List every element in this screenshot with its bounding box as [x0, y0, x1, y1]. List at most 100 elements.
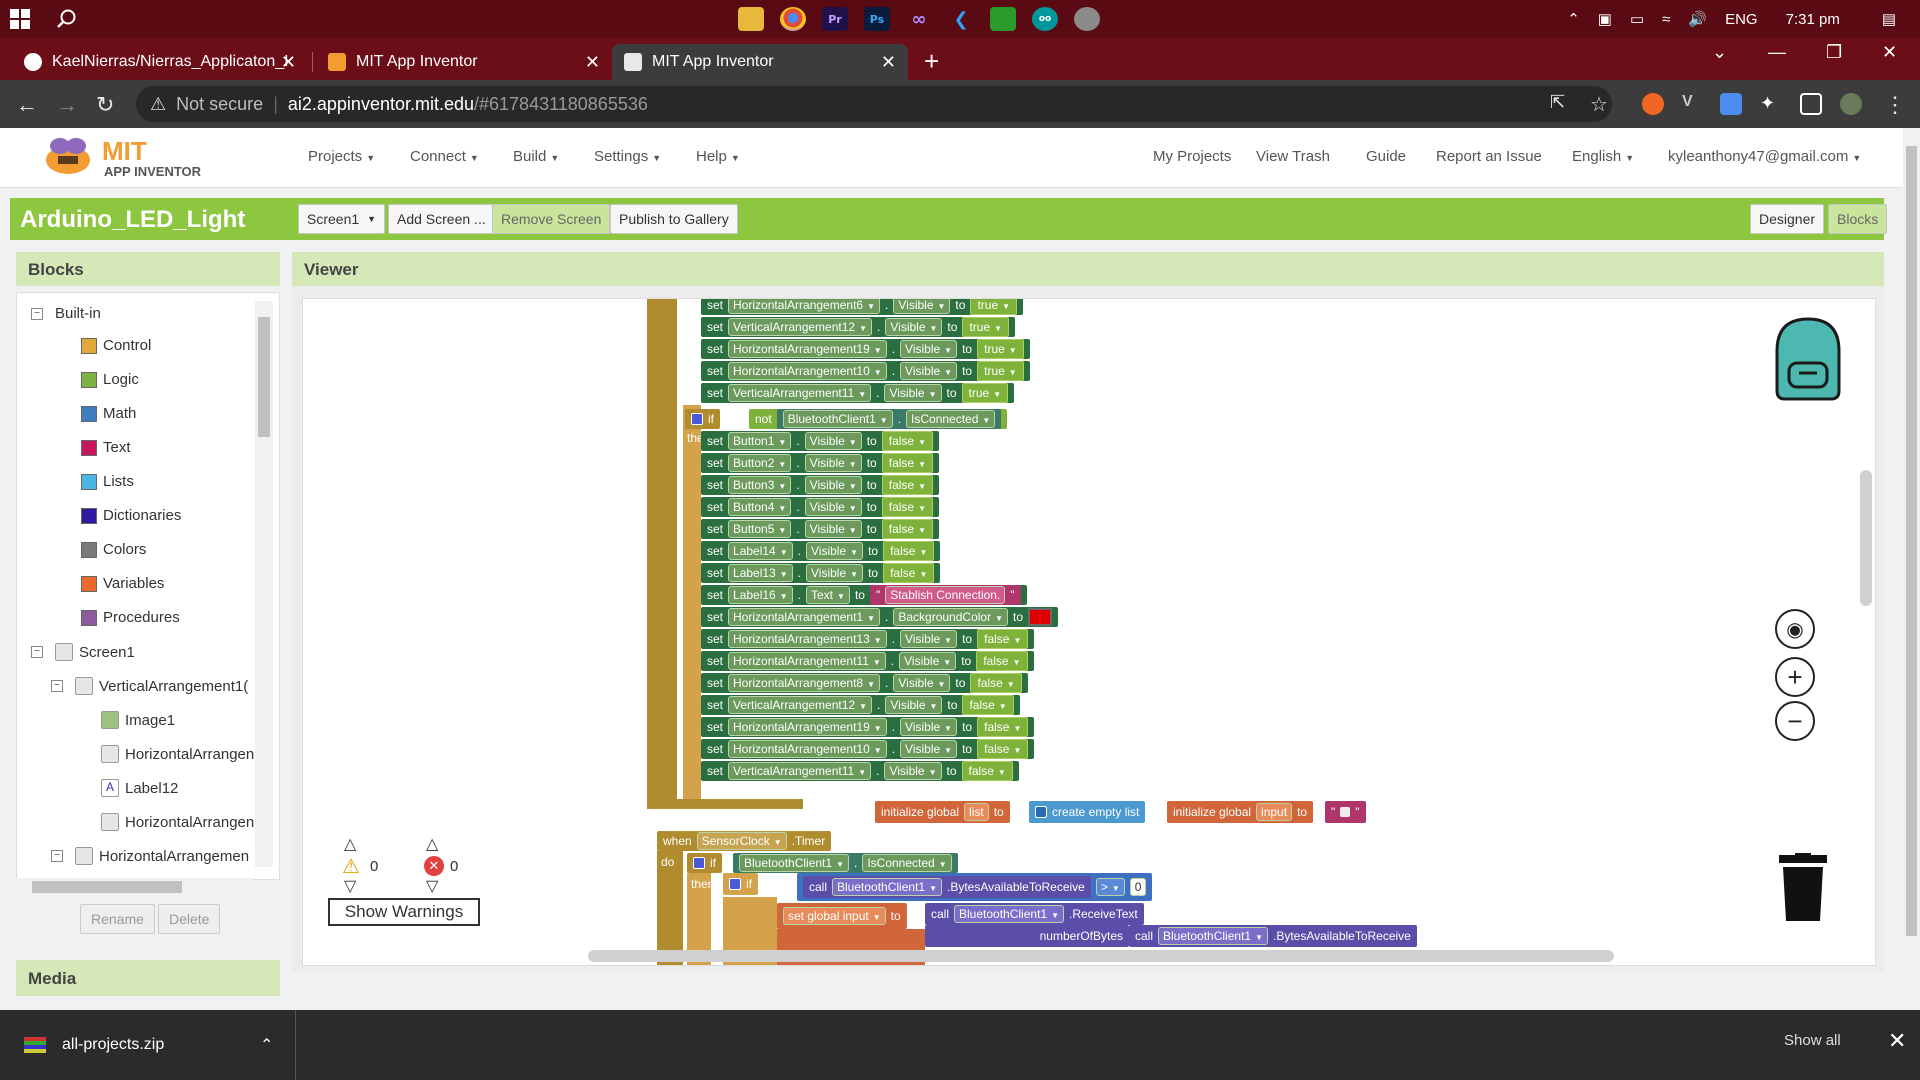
boolean-value-block[interactable]: true ▼	[962, 317, 1010, 337]
boolean-value-block[interactable]: false ▼	[977, 717, 1029, 737]
boolean-value-block[interactable]: true ▼	[977, 361, 1024, 381]
tree-builtin[interactable]: Built-in	[55, 305, 101, 322]
trash-icon[interactable]	[1777, 853, 1829, 923]
close-download-bar-icon[interactable]: ✕	[1888, 1028, 1906, 1054]
menu-projects[interactable]: Projects ▼	[308, 148, 375, 165]
boolean-value-block[interactable]: false ▼	[881, 431, 934, 451]
set-property-block[interactable]: set HorizontalArrangement6 ▼. Visible ▼ to tru…	[701, 299, 1024, 315]
search-icon[interactable]	[56, 8, 78, 30]
tab-app-inventor-1[interactable]: MIT App Inventor ✕	[316, 44, 612, 80]
set-property-block[interactable]: set Button3 ▼. Visible ▼ to false ▼	[701, 475, 940, 495]
set-property-block[interactable]: set VerticalArrangement11 ▼. Visible ▼ to true…	[701, 383, 1015, 403]
recenter-icon[interactable]: ◉	[1775, 609, 1815, 649]
tree-item-math[interactable]: Math	[81, 405, 136, 422]
set-property-block[interactable]: set HorizontalArrangement10 ▼. Visible ▼ to fa…	[701, 739, 1035, 759]
show-warnings-button[interactable]: Show Warnings	[328, 898, 480, 926]
clock[interactable]: 7:31 pm	[1786, 11, 1840, 28]
language-indicator[interactable]: ENG	[1725, 11, 1758, 28]
language-dropdown[interactable]: English ▼	[1572, 148, 1634, 165]
tree-item-lists[interactable]: Lists	[81, 473, 134, 490]
designer-button[interactable]: Designer	[1750, 204, 1825, 234]
app-icon[interactable]	[1074, 7, 1100, 31]
set-property-block[interactable]: set Label16 ▼. Text ▼ to " Stablish Connection.…	[701, 585, 1027, 605]
set-property-block[interactable]: set Button1 ▼. Visible ▼ to false ▼	[701, 431, 940, 451]
boolean-value-block[interactable]: false ▼	[883, 563, 935, 583]
set-property-block[interactable]: set HorizontalArrangement19 ▼. Visible ▼ to tr…	[701, 339, 1030, 359]
security-label[interactable]: Not secure	[176, 94, 263, 115]
menu-kebab-icon[interactable]: ⋮	[1884, 92, 1906, 118]
tab-search-icon[interactable]: ⌄	[1712, 42, 1727, 63]
premiere-icon[interactable]: Pr	[822, 7, 848, 31]
workspace-vertical-scrollbar[interactable]	[1860, 470, 1872, 606]
tree-horizontal-arrangement[interactable]: HorizontalArrangen	[125, 746, 254, 763]
if-not-connected-block[interactable]: if	[685, 409, 720, 429]
event-block-body[interactable]	[647, 299, 677, 809]
errors-up-arrow-icon[interactable]: △	[426, 834, 438, 854]
warnings-up-arrow-icon[interactable]: △	[344, 834, 356, 854]
reload-icon[interactable]: ↻	[96, 92, 114, 118]
profile-avatar[interactable]	[1840, 93, 1862, 115]
close-tab-icon[interactable]: ✕	[881, 52, 896, 73]
extension-icon[interactable]	[1642, 93, 1664, 115]
rename-button[interactable]: Rename	[80, 904, 155, 934]
init-global-input[interactable]: initialize global input to	[1167, 801, 1314, 823]
new-tab-icon[interactable]: +	[924, 46, 939, 77]
link-my-projects[interactable]: My Projects	[1153, 148, 1231, 165]
boolean-value-block[interactable]: true ▼	[977, 339, 1024, 359]
chevron-up-icon[interactable]: ⌃	[1567, 10, 1580, 28]
warnings-down-arrow-icon[interactable]: ▽	[344, 876, 356, 896]
share-icon[interactable]: ⇱	[1550, 92, 1565, 113]
tray-icon[interactable]: ▣	[1598, 10, 1612, 28]
set-property-block[interactable]: set VerticalArrangement12 ▼. Visible ▼ to fals…	[701, 695, 1020, 715]
close-tab-icon[interactable]: ✕	[585, 52, 600, 73]
errors-down-arrow-icon[interactable]: ▽	[426, 876, 438, 896]
set-property-block[interactable]: set VerticalArrangement12 ▼. Visible ▼ to true…	[701, 317, 1016, 337]
set-property-block[interactable]: set Label13 ▼. Visible ▼ to false ▼	[701, 563, 941, 583]
puzzle-icon[interactable]: ✦	[1760, 93, 1782, 115]
forward-icon[interactable]: →	[56, 92, 78, 118]
link-report-issue[interactable]: Report an Issue	[1436, 148, 1542, 165]
chevron-up-icon[interactable]: ⌃	[260, 1035, 273, 1055]
publish-gallery-button[interactable]: Publish to Gallery	[610, 204, 738, 234]
set-property-block[interactable]: set Button2 ▼. Visible ▼ to false ▼	[701, 453, 940, 473]
tree-image1[interactable]: Image1	[125, 712, 175, 729]
tree-item-dictionaries[interactable]: Dictionaries	[81, 507, 181, 524]
boolean-value-block[interactable]: false ▼	[962, 695, 1014, 715]
boolean-value-block[interactable]: false ▼	[976, 651, 1028, 671]
gear-icon[interactable]	[1035, 806, 1047, 818]
call-receive-text[interactable]: call BluetoothClient1 ▼ .ReceiveText	[925, 903, 1144, 925]
boolean-value-block[interactable]: true ▼	[970, 299, 1018, 315]
boolean-value-block[interactable]: false ▼	[881, 453, 934, 473]
boolean-value-block[interactable]: false ▼	[977, 739, 1029, 759]
visual-studio-icon[interactable]: ∞	[906, 7, 932, 31]
tree-item-text[interactable]: Text	[81, 439, 131, 456]
workspace-horizontal-scrollbar[interactable]	[588, 950, 1614, 962]
extension-v-icon[interactable]: V	[1682, 93, 1704, 115]
menu-help[interactable]: Help ▼	[696, 148, 740, 165]
link-guide[interactable]: Guide	[1366, 148, 1406, 165]
tree-vertical-arrangement[interactable]: VerticalArrangement1(	[99, 678, 248, 695]
gear-icon[interactable]	[693, 857, 705, 869]
close-tab-icon[interactable]: ✕	[281, 52, 296, 73]
set-property-block[interactable]: set HorizontalArrangement10 ▼. Visible ▼ to tr…	[701, 361, 1030, 381]
when-timer-block[interactable]: when SensorClock ▼ .Timer	[657, 831, 832, 851]
gear-icon[interactable]	[691, 413, 703, 425]
zoom-out-icon[interactable]: −	[1775, 701, 1815, 741]
tree-vertical-scrollbar[interactable]	[255, 301, 273, 867]
blocks-workspace[interactable]: set HorizontalArrangement6 ▼. Visible ▼ to tru…	[302, 298, 1876, 966]
boolean-value-block[interactable]: false ▼	[961, 761, 1013, 781]
tab-github[interactable]: KaelNierras/Nierras_Applicaton_I ✕	[12, 44, 308, 80]
empty-text-block[interactable]: " "	[1325, 801, 1366, 823]
menu-build[interactable]: Build ▼	[513, 148, 559, 165]
tree-item-control[interactable]: Control	[81, 337, 151, 354]
tree-horizontal-scrollbar[interactable]	[16, 878, 252, 896]
init-global-list[interactable]: initialize global list to	[875, 801, 1010, 823]
tree-screen1[interactable]: Screen1	[79, 644, 135, 661]
boolean-value-block[interactable]: false ▼	[881, 519, 934, 539]
number-of-bytes-arg[interactable]: numberOfBytes	[925, 925, 1129, 947]
if-connected-block[interactable]: if	[687, 853, 722, 873]
collapse-toggle[interactable]: −	[31, 646, 43, 658]
tree-item-procedures[interactable]: Procedures	[81, 609, 180, 626]
collapse-toggle[interactable]: −	[51, 850, 63, 862]
boolean-value-block[interactable]: false ▼	[970, 673, 1022, 693]
